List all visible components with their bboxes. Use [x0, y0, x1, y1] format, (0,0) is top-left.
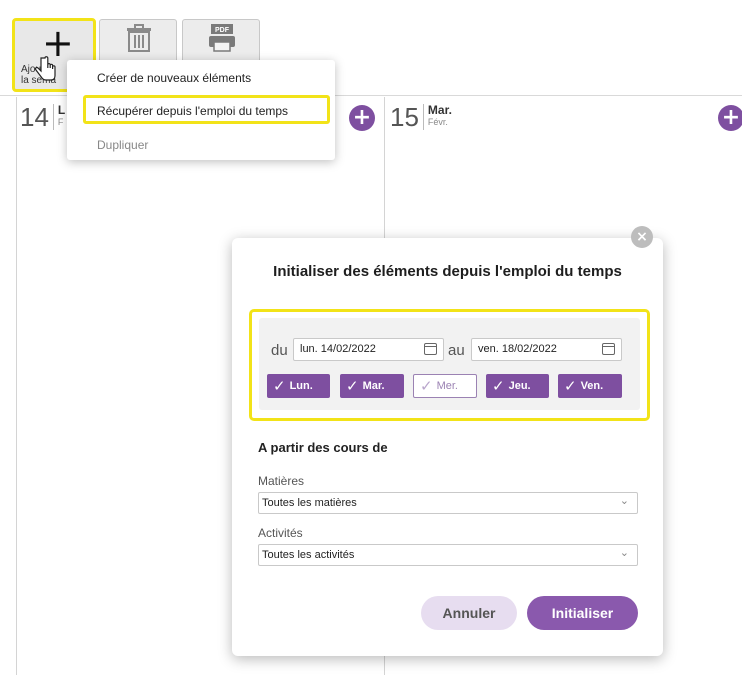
add-day-item-button[interactable]: +: [718, 105, 742, 131]
day-name: L: [57, 103, 66, 117]
initialize-button[interactable]: Initialiser: [527, 596, 638, 630]
day-header-2: 15 Mar. Févr.: [390, 104, 452, 130]
day-column-separator-left: [16, 97, 17, 675]
weekday-label: Jeu.: [508, 380, 531, 392]
check-icon: ✓: [564, 377, 577, 395]
subjects-value: Toutes les matières: [262, 497, 357, 509]
weekday-toggle-mer[interactable]: ✓ Mer.: [413, 374, 477, 398]
day-month: F: [57, 117, 64, 127]
weekday-toggle-ven[interactable]: ✓ Ven.: [558, 374, 622, 398]
menu-item-create-new[interactable]: Créer de nouveaux éléments: [97, 71, 251, 85]
day-month: Févr.: [427, 117, 448, 127]
check-icon: ✓: [420, 377, 433, 395]
date-range-highlight: du lun. 14/02/2022 au ven. 18/02/2022 ✓ L…: [249, 309, 650, 421]
hand-cursor-icon: [34, 56, 56, 81]
subjects-label: Matières: [258, 474, 305, 488]
menu-item-duplicate[interactable]: Dupliquer: [97, 138, 148, 152]
add-day-item-button[interactable]: +: [349, 105, 375, 131]
chevron-down-icon: ⌄: [619, 546, 629, 559]
day-number: 14: [20, 104, 54, 130]
add-dropdown-menu: Créer de nouveaux éléments Récupérer dep…: [67, 60, 335, 160]
check-icon: ✓: [273, 377, 286, 395]
day-number: 15: [390, 104, 424, 130]
close-icon[interactable]: ×: [631, 226, 653, 248]
calendar-icon[interactable]: [602, 343, 615, 355]
to-date-input[interactable]: ven. 18/02/2022: [471, 338, 622, 361]
dialog-title: Initialiser des éléments depuis l'emploi…: [273, 263, 622, 280]
weekday-label: Mer.: [436, 380, 458, 392]
weekday-toggle-mar[interactable]: ✓ Mar.: [340, 374, 404, 398]
subjects-select[interactable]: Toutes les matières ⌄: [258, 492, 638, 514]
activities-select[interactable]: Toutes les activités ⌄: [258, 544, 638, 566]
to-date-value: ven. 18/02/2022: [478, 343, 557, 355]
weekday-toggle-lun[interactable]: ✓ Lun.: [267, 374, 330, 398]
day-name: Mar.: [427, 103, 452, 117]
day-header-1: 14 L F: [20, 104, 65, 130]
init-from-timetable-dialog: Initialiser des éléments depuis l'emploi…: [232, 238, 663, 656]
weekday-label: Mar.: [362, 380, 385, 392]
check-icon: ✓: [492, 377, 505, 395]
activities-label: Activités: [258, 526, 303, 540]
chevron-down-icon: ⌄: [619, 494, 629, 507]
to-label: au: [448, 342, 465, 359]
weekday-toggle-jeu[interactable]: ✓ Jeu.: [486, 374, 549, 398]
activities-value: Toutes les activités: [262, 549, 355, 561]
cancel-button[interactable]: Annuler: [421, 596, 517, 630]
section-title: A partir des cours de: [258, 440, 388, 455]
menu-item-import-from-timetable[interactable]: Récupérer depuis l'emploi du temps: [97, 104, 288, 118]
from-date-value: lun. 14/02/2022: [300, 343, 376, 355]
from-label: du: [271, 342, 288, 359]
weekday-label: Ven.: [580, 380, 604, 392]
weekday-label: Lun.: [289, 380, 313, 392]
from-date-input[interactable]: lun. 14/02/2022: [293, 338, 444, 361]
pdf-text: PDF: [215, 27, 230, 34]
check-icon: ✓: [346, 377, 359, 395]
calendar-icon[interactable]: [424, 343, 437, 355]
date-range-panel: du lun. 14/02/2022 au ven. 18/02/2022 ✓ L…: [259, 318, 640, 410]
